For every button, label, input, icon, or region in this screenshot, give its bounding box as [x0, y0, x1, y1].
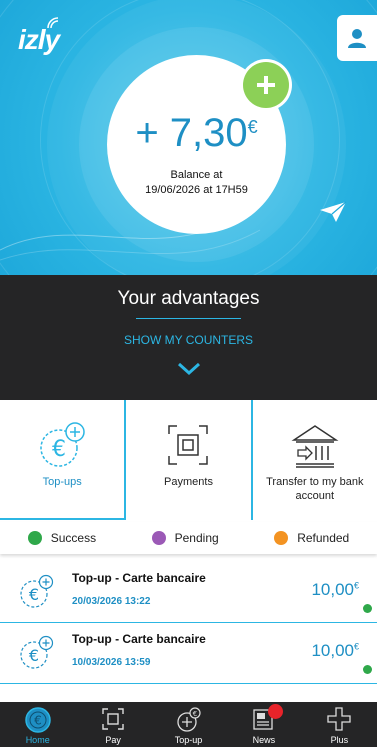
amount-currency: € — [353, 641, 359, 652]
svg-text:€: € — [34, 714, 42, 728]
tab-top-ups-label: Top-ups — [42, 476, 82, 488]
status-success-dot — [363, 665, 372, 674]
transaction-row[interactable]: € Top-up - Carte bancaire 10/03/2026 13:… — [0, 623, 377, 684]
balance-date: Balance at 19/06/2026 at 17H59 — [107, 168, 286, 198]
legend-success-label: Success — [50, 531, 97, 545]
svg-text:€: € — [29, 646, 39, 665]
refunded-dot — [274, 531, 289, 545]
show-counters-link[interactable]: SHOW MY COUNTERS — [0, 333, 377, 347]
transaction-date: 10/03/2026 13:59 — [72, 657, 151, 668]
pending-dot — [151, 531, 166, 545]
tab-payments-label: Payments — [164, 476, 213, 488]
balance-sign: + — [135, 111, 159, 155]
bottom-navigation: € Home Pay € Top-up News Plus — [0, 702, 377, 747]
profile-button[interactable] — [337, 15, 377, 61]
nav-news[interactable]: News — [226, 702, 301, 747]
balance-value: 7,30 — [169, 111, 248, 155]
bank-transfer-icon — [291, 425, 339, 468]
nav-top-up[interactable]: € Top-up — [151, 702, 226, 747]
nav-pay[interactable]: Pay — [75, 702, 150, 747]
balance-label: Balance at — [170, 169, 223, 181]
balance-currency: € — [247, 117, 258, 137]
tab-transfer-label: Transfer to my bank account — [266, 476, 364, 502]
status-success-dot — [363, 604, 372, 613]
transaction-amount: 10,00€ — [311, 580, 359, 600]
success-dot — [27, 531, 42, 545]
euro-circle-icon: € — [24, 707, 51, 733]
nav-top-up-label: Top-up — [174, 735, 203, 745]
nav-home[interactable]: € Home — [0, 702, 75, 747]
svg-text:€: € — [52, 437, 66, 462]
nav-plus[interactable]: Plus — [302, 702, 377, 747]
scan-icon — [168, 425, 209, 465]
plus-icon — [327, 707, 351, 731]
contactless-icon — [47, 17, 59, 29]
legend-refunded: Refunded — [274, 531, 349, 545]
transaction-row[interactable]: € Top-up - Carte bancaire 20/03/2026 13:… — [0, 562, 377, 623]
status-legend: Success Pending Refunded — [0, 522, 377, 554]
transaction-title: Top-up - Carte bancaire — [72, 571, 206, 585]
nav-plus-label: Plus — [330, 735, 349, 745]
nav-pay-label: Pay — [105, 735, 121, 745]
euro-coin-plus-icon: € — [20, 574, 54, 608]
amount-value: 10,00 — [311, 580, 354, 599]
divider — [136, 318, 241, 319]
svg-text:€: € — [192, 710, 196, 718]
euro-coin-plus-icon: € — [20, 635, 54, 669]
legend-pending: Pending — [151, 531, 219, 545]
amount-currency: € — [353, 580, 359, 591]
transaction-amount: 10,00€ — [311, 641, 359, 661]
advantages-section: Your advantages SHOW MY COUNTERS — [0, 275, 377, 400]
add-funds-button[interactable] — [243, 62, 289, 108]
balance-header: izly + 7,30€ Balance at 19/06/2026 at 17… — [0, 0, 377, 275]
scan-icon — [102, 708, 124, 730]
amount-value: 10,00 — [311, 641, 354, 660]
balance-amount: + 7,30€ — [107, 111, 286, 156]
legend-pending-label: Pending — [174, 531, 219, 545]
tab-payments[interactable]: Payments — [124, 400, 250, 520]
legend-refunded-label: Refunded — [297, 531, 350, 545]
transaction-date: 20/03/2026 13:22 — [72, 596, 151, 607]
advantages-title: Your advantages — [117, 288, 260, 309]
chevron-down-icon[interactable] — [177, 362, 201, 376]
wallet-plus-icon: € — [176, 707, 201, 732]
history-filter-tabs: € Top-ups Payments Transfer to my bank a… — [0, 400, 377, 520]
tab-transfer-to-bank[interactable]: Transfer to my bank account — [250, 400, 377, 520]
plus-icon — [257, 76, 275, 94]
user-icon — [348, 29, 366, 48]
paper-plane-icon[interactable] — [318, 200, 348, 224]
transaction-title: Top-up - Carte bancaire — [72, 632, 206, 646]
nav-news-label: News — [252, 735, 276, 745]
tab-top-ups[interactable]: € Top-ups — [0, 400, 125, 520]
legend-success: Success — [27, 531, 97, 545]
euro-coin-plus-icon: € — [40, 422, 85, 467]
svg-text:€: € — [29, 585, 39, 604]
transaction-list: € Top-up - Carte bancaire 20/03/2026 13:… — [0, 562, 377, 684]
balance-timestamp: 19/06/2026 at 17H59 — [145, 184, 248, 196]
nav-home-label: Home — [25, 735, 50, 745]
